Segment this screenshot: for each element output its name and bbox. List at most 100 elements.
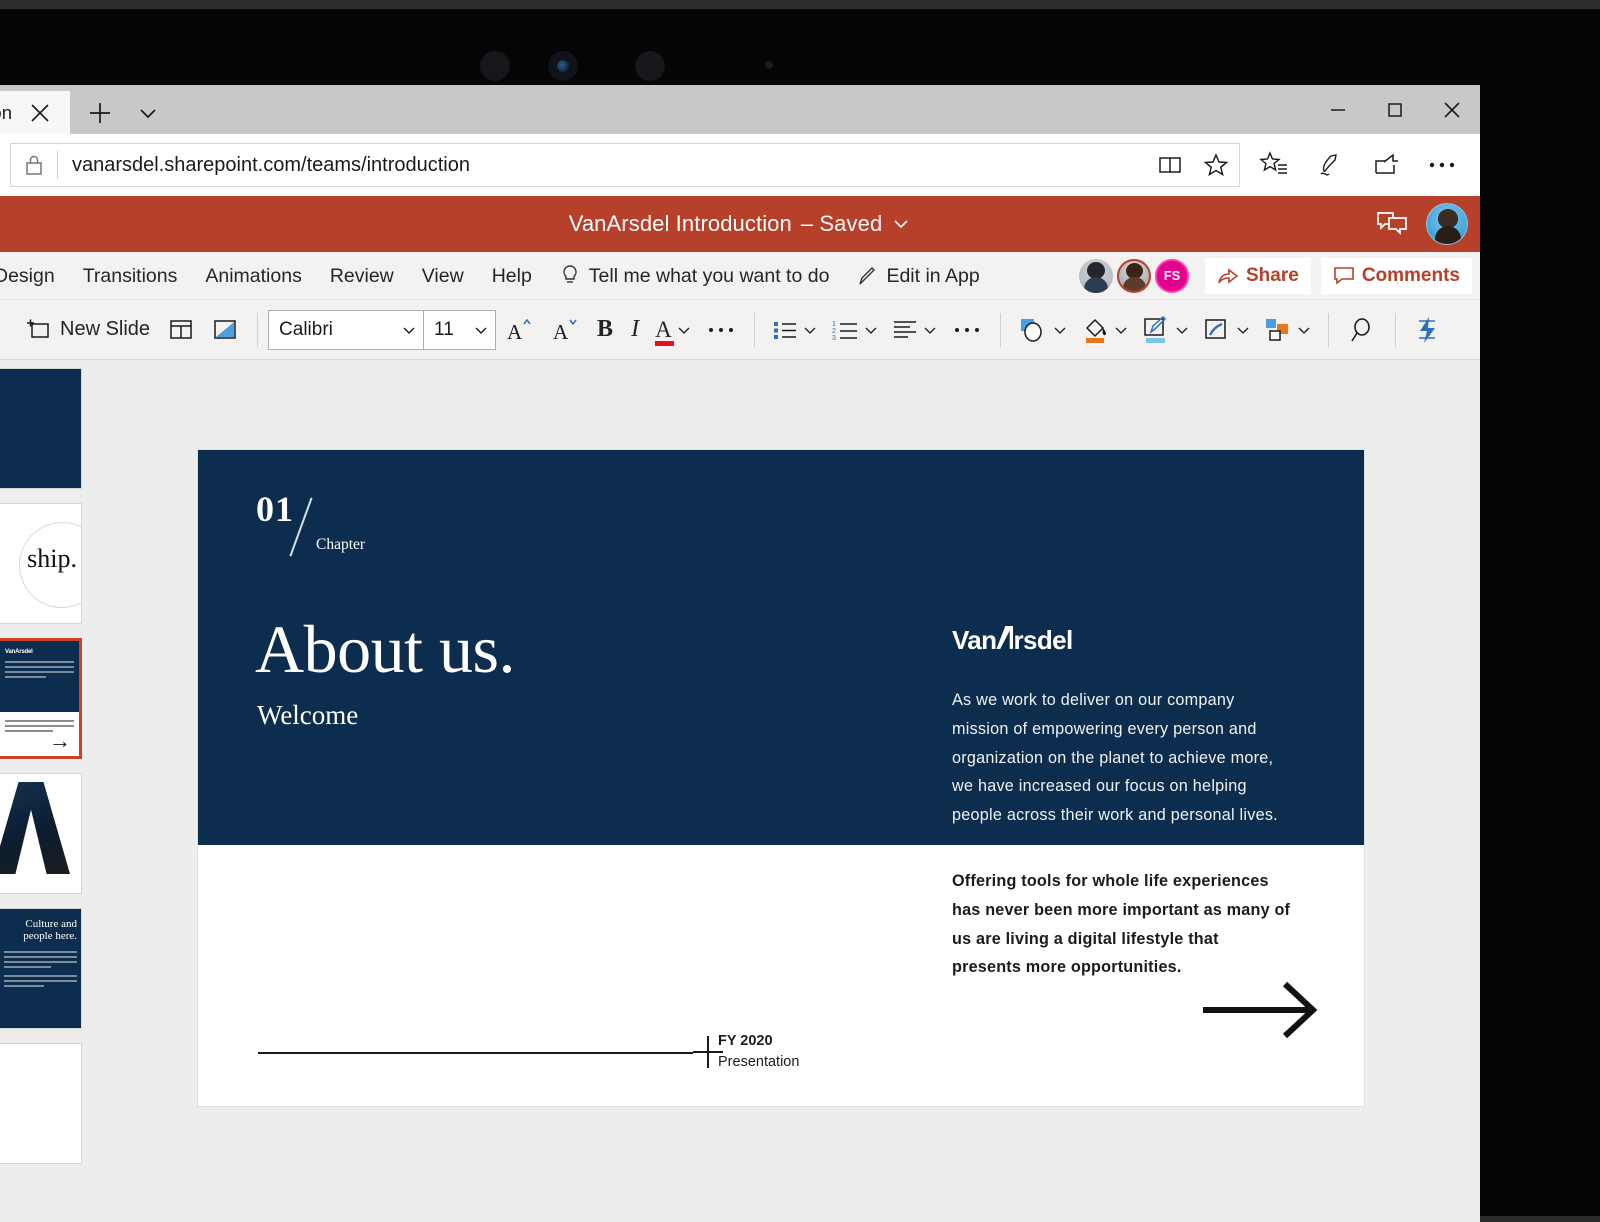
chevron-down-icon[interactable] bbox=[864, 323, 878, 337]
text-line bbox=[4, 975, 77, 977]
designer-idea-icon bbox=[1415, 316, 1441, 344]
shapes-button[interactable] bbox=[1011, 308, 1074, 352]
address-input-wrapper[interactable]: vanarsdel.sharepoint.com/teams/introduct… bbox=[10, 143, 1240, 187]
slide-headline[interactable]: About us. bbox=[255, 610, 515, 689]
tab-animations[interactable]: Animations bbox=[191, 252, 315, 300]
chat-bubbles-icon[interactable] bbox=[1376, 210, 1408, 238]
ribbon-tab-bar: Design Transitions Animations Review Vie… bbox=[0, 252, 1480, 300]
share-button[interactable]: Share bbox=[1205, 258, 1311, 294]
slide-thumbnail-panel[interactable]: ship. VanArsdel → bbox=[0, 360, 85, 1222]
document-title: VanArsdel Introduction bbox=[569, 211, 792, 237]
slide-subhead[interactable]: Welcome bbox=[257, 700, 358, 731]
tab-help[interactable]: Help bbox=[478, 252, 546, 300]
align-button[interactable] bbox=[885, 308, 944, 352]
text-line bbox=[4, 951, 77, 953]
vanarsdel-logo: Van rsdel bbox=[952, 625, 1292, 656]
more-paragraph-options-button[interactable] bbox=[944, 308, 990, 352]
edit-in-app-button[interactable]: Edit in App bbox=[843, 252, 993, 300]
tab-design[interactable]: Design bbox=[0, 252, 69, 300]
web-notes-icon[interactable] bbox=[1302, 141, 1358, 189]
designer-button[interactable] bbox=[1406, 308, 1450, 352]
slide-body-dark[interactable]: As we work to deliver on our company mis… bbox=[952, 686, 1292, 830]
chevron-down-icon[interactable] bbox=[803, 323, 817, 337]
tab-view[interactable]: View bbox=[408, 252, 478, 300]
font-size-select[interactable]: 11 bbox=[424, 310, 496, 350]
shape-effects-button[interactable] bbox=[1196, 308, 1257, 352]
chevron-down-icon[interactable] bbox=[1297, 323, 1311, 337]
font-color-swatch bbox=[655, 341, 674, 346]
shape-outline-button[interactable] bbox=[1135, 308, 1196, 352]
document-title-group[interactable]: VanArsdel Introduction – Saved bbox=[569, 211, 912, 237]
shrink-font-button[interactable]: A bbox=[542, 308, 588, 352]
slide-body-light[interactable]: Offering tools for whole life experience… bbox=[952, 867, 1292, 982]
slide-thumbnail-4[interactable] bbox=[0, 773, 82, 894]
address-url-text[interactable]: vanarsdel.sharepoint.com/teams/introduct… bbox=[58, 154, 1147, 177]
share-icon[interactable] bbox=[1358, 141, 1414, 189]
find-button[interactable] bbox=[1339, 308, 1385, 352]
minimize-icon[interactable] bbox=[1309, 85, 1366, 134]
text-line bbox=[5, 730, 53, 732]
settings-more-icon[interactable] bbox=[1414, 141, 1470, 189]
close-icon[interactable] bbox=[22, 95, 58, 131]
tab-transitions[interactable]: Transitions bbox=[69, 252, 192, 300]
chevron-down-icon[interactable] bbox=[1175, 323, 1189, 337]
comments-button[interactable]: Comments bbox=[1321, 258, 1472, 294]
chevron-down-icon[interactable] bbox=[891, 214, 911, 234]
thumbnail-preview-top: VanArsdel bbox=[0, 641, 79, 712]
more-font-options-button[interactable] bbox=[698, 308, 744, 352]
avatar[interactable] bbox=[1117, 259, 1151, 293]
chevron-down-icon[interactable] bbox=[1053, 323, 1067, 337]
avatar[interactable] bbox=[1079, 259, 1113, 293]
slide-thumbnail-5[interactable]: Culture and people here. bbox=[0, 908, 82, 1029]
bold-button[interactable]: B bbox=[588, 308, 622, 352]
reset-slide-button[interactable] bbox=[203, 308, 247, 352]
tab-review[interactable]: Review bbox=[316, 252, 408, 300]
chevron-down-icon[interactable] bbox=[1114, 323, 1128, 337]
browser-tab[interactable]: oduction bbox=[0, 91, 70, 134]
chevron-down-icon[interactable] bbox=[923, 323, 937, 337]
chevron-down-icon[interactable] bbox=[677, 323, 691, 337]
active-slide[interactable]: 01 Chapter About us. Welcome Van rsdel bbox=[198, 450, 1364, 1106]
new-tab-button[interactable] bbox=[80, 91, 120, 134]
svg-text:1: 1 bbox=[832, 321, 836, 328]
toolbar-divider bbox=[1395, 313, 1396, 347]
new-slide-button[interactable]: New Slide bbox=[16, 308, 159, 352]
ambient-light-sensor-icon bbox=[635, 51, 665, 81]
italic-button[interactable]: I bbox=[622, 308, 648, 352]
device-top-edge bbox=[0, 0, 1600, 9]
footer-label: FY 2020 Presentation bbox=[718, 1031, 799, 1073]
numbering-button[interactable]: 1 2 3 bbox=[824, 308, 885, 352]
chevron-down-icon[interactable] bbox=[1236, 323, 1250, 337]
chapter-marker: 01 Chapter bbox=[256, 488, 294, 530]
close-icon[interactable] bbox=[1423, 85, 1480, 134]
shape-fill-icon bbox=[1081, 316, 1109, 344]
text-line bbox=[4, 966, 51, 968]
slide-thumbnail-1[interactable] bbox=[0, 368, 82, 489]
chevron-down-icon[interactable] bbox=[128, 91, 168, 134]
toolbar-divider bbox=[257, 313, 258, 347]
search-icon bbox=[1348, 316, 1376, 344]
slide-thumbnail-6[interactable] bbox=[0, 1043, 82, 1164]
slide-thumbnail-3[interactable]: VanArsdel → bbox=[0, 638, 82, 759]
slide-layout-button[interactable] bbox=[159, 308, 203, 352]
bullets-button[interactable] bbox=[765, 308, 824, 352]
svg-text:2: 2 bbox=[832, 328, 836, 335]
shapes-icon bbox=[1018, 317, 1048, 343]
avatar[interactable] bbox=[1426, 203, 1468, 245]
logo-a-glyph-icon bbox=[996, 625, 1013, 649]
shape-fill-button[interactable] bbox=[1074, 308, 1135, 352]
avatar[interactable]: FS bbox=[1155, 259, 1189, 293]
slide-thumbnail-2[interactable]: ship. bbox=[0, 503, 82, 624]
text-line bbox=[4, 956, 77, 958]
book-icon[interactable] bbox=[1147, 154, 1193, 176]
font-family-select[interactable]: Calibri bbox=[268, 310, 424, 350]
favorites-hub-icon[interactable] bbox=[1246, 141, 1302, 189]
font-color-button[interactable]: A bbox=[648, 308, 698, 352]
tell-me-search[interactable]: Tell me what you want to do bbox=[546, 252, 844, 300]
grow-font-button[interactable]: A bbox=[496, 308, 542, 352]
star-icon[interactable] bbox=[1193, 152, 1239, 178]
thumbnail-text: Culture and people here. bbox=[4, 919, 77, 943]
browser-address-bar: vanarsdel.sharepoint.com/teams/introduct… bbox=[0, 134, 1480, 196]
arrange-button[interactable] bbox=[1257, 308, 1318, 352]
maximize-icon[interactable] bbox=[1366, 85, 1423, 134]
